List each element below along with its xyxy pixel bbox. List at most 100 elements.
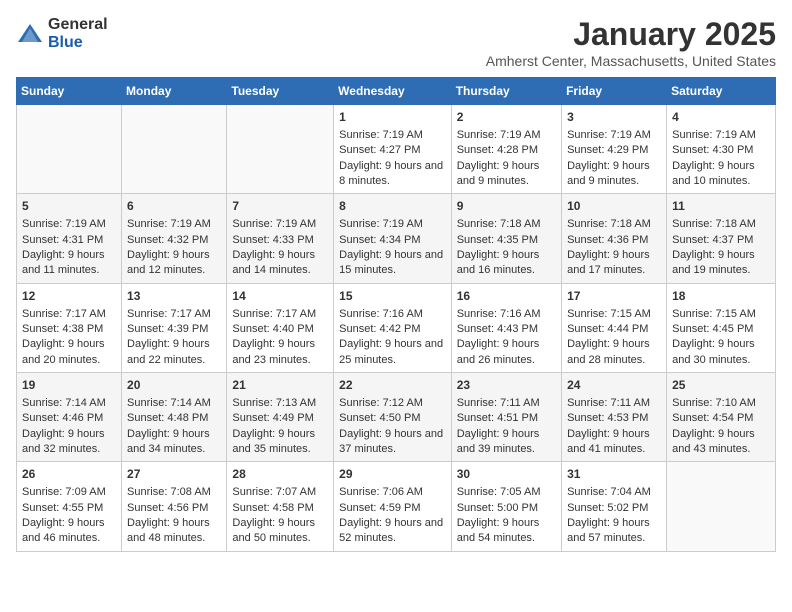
calendar-cell xyxy=(227,105,334,194)
day-info: Sunrise: 7:19 AM xyxy=(567,128,661,143)
day-number: 12 xyxy=(22,288,116,305)
day-info: Daylight: 9 hours and 10 minutes. xyxy=(672,159,770,190)
calendar-cell: 7Sunrise: 7:19 AMSunset: 4:33 PMDaylight… xyxy=(227,194,334,283)
day-info: Sunset: 5:00 PM xyxy=(457,501,556,516)
day-info: Sunset: 4:27 PM xyxy=(339,143,446,158)
calendar-cell xyxy=(17,105,122,194)
day-number: 27 xyxy=(127,466,221,483)
calendar-cell: 17Sunrise: 7:15 AMSunset: 4:44 PMDayligh… xyxy=(562,283,667,372)
day-number: 30 xyxy=(457,466,556,483)
day-info: Daylight: 9 hours and 20 minutes. xyxy=(22,337,116,368)
day-info: Daylight: 9 hours and 26 minutes. xyxy=(457,337,556,368)
day-info: Sunrise: 7:08 AM xyxy=(127,485,221,500)
calendar-cell: 16Sunrise: 7:16 AMSunset: 4:43 PMDayligh… xyxy=(451,283,561,372)
calendar-cell: 1Sunrise: 7:19 AMSunset: 4:27 PMDaylight… xyxy=(334,105,452,194)
calendar-week-row: 19Sunrise: 7:14 AMSunset: 4:46 PMDayligh… xyxy=(17,373,776,462)
day-info: Sunset: 4:59 PM xyxy=(339,501,446,516)
calendar-cell: 21Sunrise: 7:13 AMSunset: 4:49 PMDayligh… xyxy=(227,373,334,462)
day-info: Sunrise: 7:15 AM xyxy=(567,307,661,322)
day-info: Daylight: 9 hours and 54 minutes. xyxy=(457,516,556,547)
day-info: Sunrise: 7:16 AM xyxy=(457,307,556,322)
day-info: Sunset: 4:43 PM xyxy=(457,322,556,337)
day-info: Sunrise: 7:19 AM xyxy=(232,217,328,232)
day-info: Sunset: 4:38 PM xyxy=(22,322,116,337)
logo-blue: Blue xyxy=(48,34,108,52)
calendar-body: 1Sunrise: 7:19 AMSunset: 4:27 PMDaylight… xyxy=(17,105,776,552)
calendar-cell: 9Sunrise: 7:18 AMSunset: 4:35 PMDaylight… xyxy=(451,194,561,283)
header-row: SundayMondayTuesdayWednesdayThursdayFrid… xyxy=(17,78,776,105)
day-info: Sunset: 4:46 PM xyxy=(22,411,116,426)
day-of-week-header: Tuesday xyxy=(227,78,334,105)
day-info: Daylight: 9 hours and 46 minutes. xyxy=(22,516,116,547)
day-info: Sunrise: 7:19 AM xyxy=(672,128,770,143)
day-number: 9 xyxy=(457,198,556,215)
day-info: Sunset: 4:36 PM xyxy=(567,233,661,248)
day-info: Sunset: 4:45 PM xyxy=(672,322,770,337)
calendar-title: January 2025 xyxy=(486,16,776,53)
day-number: 31 xyxy=(567,466,661,483)
calendar-cell: 6Sunrise: 7:19 AMSunset: 4:32 PMDaylight… xyxy=(122,194,227,283)
day-info: Sunrise: 7:15 AM xyxy=(672,307,770,322)
day-number: 23 xyxy=(457,377,556,394)
day-info: Daylight: 9 hours and 41 minutes. xyxy=(567,427,661,458)
day-info: Sunrise: 7:18 AM xyxy=(672,217,770,232)
calendar-cell: 3Sunrise: 7:19 AMSunset: 4:29 PMDaylight… xyxy=(562,105,667,194)
day-info: Daylight: 9 hours and 14 minutes. xyxy=(232,248,328,279)
day-info: Daylight: 9 hours and 32 minutes. xyxy=(22,427,116,458)
day-info: Sunrise: 7:16 AM xyxy=(339,307,446,322)
calendar-cell: 8Sunrise: 7:19 AMSunset: 4:34 PMDaylight… xyxy=(334,194,452,283)
day-number: 10 xyxy=(567,198,661,215)
day-number: 22 xyxy=(339,377,446,394)
day-number: 8 xyxy=(339,198,446,215)
day-number: 14 xyxy=(232,288,328,305)
day-info: Sunset: 4:35 PM xyxy=(457,233,556,248)
day-info: Sunset: 4:40 PM xyxy=(232,322,328,337)
day-info: Sunset: 4:50 PM xyxy=(339,411,446,426)
day-info: Sunrise: 7:06 AM xyxy=(339,485,446,500)
calendar-week-row: 5Sunrise: 7:19 AMSunset: 4:31 PMDaylight… xyxy=(17,194,776,283)
day-info: Sunrise: 7:13 AM xyxy=(232,396,328,411)
day-info: Sunset: 4:44 PM xyxy=(567,322,661,337)
day-info: Sunrise: 7:19 AM xyxy=(22,217,116,232)
day-info: Sunset: 4:51 PM xyxy=(457,411,556,426)
calendar-cell: 29 Sunrise: 7:06 AMSunset: 4:59 PMDayligh… xyxy=(334,462,452,551)
day-info: Daylight: 9 hours and 52 minutes. xyxy=(339,516,446,547)
day-number: 24 xyxy=(567,377,661,394)
day-number: 29 xyxy=(339,466,446,483)
day-info: Sunset: 4:30 PM xyxy=(672,143,770,158)
day-info: Sunrise: 7:18 AM xyxy=(457,217,556,232)
day-number: 19 xyxy=(22,377,116,394)
calendar-cell: 27Sunrise: 7:08 AMSunset: 4:56 PMDayligh… xyxy=(122,462,227,551)
day-info: Sunrise: 7:19 AM xyxy=(339,217,446,232)
day-of-week-header: Sunday xyxy=(17,78,122,105)
day-of-week-header: Thursday xyxy=(451,78,561,105)
day-number: 4 xyxy=(672,109,770,126)
day-info: Sunset: 4:42 PM xyxy=(339,322,446,337)
day-info: Daylight: 9 hours and 28 minutes. xyxy=(567,337,661,368)
day-info: Sunrise: 7:10 AM xyxy=(672,396,770,411)
calendar-cell: 18Sunrise: 7:15 AMSunset: 4:45 PMDayligh… xyxy=(667,283,776,372)
day-info: Daylight: 9 hours and 23 minutes. xyxy=(232,337,328,368)
calendar-cell: 11Sunrise: 7:18 AMSunset: 4:37 PMDayligh… xyxy=(667,194,776,283)
day-info: Sunrise: 7:09 AM xyxy=(22,485,116,500)
day-info: Daylight: 9 hours and 19 minutes. xyxy=(672,248,770,279)
day-info: Daylight: 9 hours and 22 minutes. xyxy=(127,337,221,368)
day-info: Daylight: 9 hours and 11 minutes. xyxy=(22,248,116,279)
day-info: Daylight: 9 hours and 50 minutes. xyxy=(232,516,328,547)
calendar-cell: 10Sunrise: 7:18 AMSunset: 4:36 PMDayligh… xyxy=(562,194,667,283)
day-of-week-header: Friday xyxy=(562,78,667,105)
calendar-cell: 24Sunrise: 7:11 AMSunset: 4:53 PMDayligh… xyxy=(562,373,667,462)
day-number: 28 xyxy=(232,466,328,483)
day-info: Daylight: 9 hours and 9 minutes. xyxy=(567,159,661,190)
calendar-cell: 4 Sunrise: 7:19 AMSunset: 4:30 PMDaylight… xyxy=(667,105,776,194)
day-info: Daylight: 9 hours and 25 minutes. xyxy=(339,337,446,368)
logo-icon xyxy=(16,20,44,48)
logo-general: General xyxy=(48,16,108,34)
day-info: Sunset: 4:56 PM xyxy=(127,501,221,516)
calendar-cell: 25Sunrise: 7:10 AMSunset: 4:54 PMDayligh… xyxy=(667,373,776,462)
day-info: Sunset: 5:02 PM xyxy=(567,501,661,516)
calendar-cell: 28Sunrise: 7:07 AMSunset: 4:58 PMDayligh… xyxy=(227,462,334,551)
calendar-cell: 22Sunrise: 7:12 AMSunset: 4:50 PMDayligh… xyxy=(334,373,452,462)
day-number: 13 xyxy=(127,288,221,305)
calendar-cell: 20Sunrise: 7:14 AMSunset: 4:48 PMDayligh… xyxy=(122,373,227,462)
